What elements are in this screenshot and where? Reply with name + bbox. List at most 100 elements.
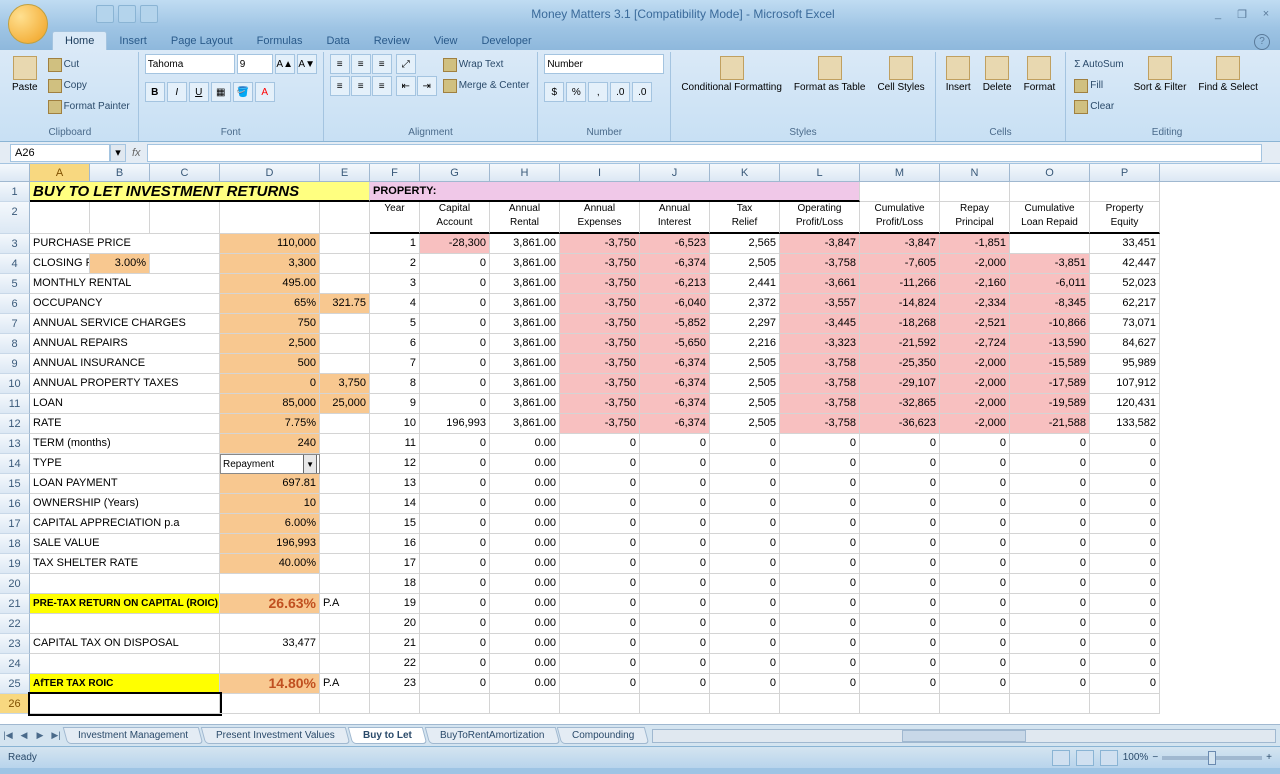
- cell[interactable]: 0: [220, 374, 320, 394]
- cell[interactable]: 10: [370, 414, 420, 434]
- column-header[interactable]: B: [90, 164, 150, 181]
- cell[interactable]: -3,758: [780, 414, 860, 434]
- cell[interactable]: [150, 254, 220, 274]
- cell[interactable]: 0: [940, 494, 1010, 514]
- cell[interactable]: 3: [370, 274, 420, 294]
- delete-cells-button[interactable]: Delete: [979, 54, 1016, 95]
- cell[interactable]: [860, 182, 940, 202]
- cell[interactable]: 0.00: [490, 614, 560, 634]
- column-header[interactable]: H: [490, 164, 560, 181]
- format-painter-button[interactable]: Format Painter: [46, 96, 132, 117]
- cell[interactable]: -29,107: [860, 374, 940, 394]
- cell[interactable]: 0: [860, 514, 940, 534]
- cell[interactable]: 5: [370, 314, 420, 334]
- cell[interactable]: TYPE: [30, 454, 220, 474]
- cell[interactable]: -3,750: [560, 394, 640, 414]
- align-top[interactable]: ≡: [330, 54, 350, 74]
- cell[interactable]: -3,758: [780, 254, 860, 274]
- cell[interactable]: 0: [710, 594, 780, 614]
- cell[interactable]: 0: [420, 274, 490, 294]
- cell[interactable]: Cumulative Profit/Loss: [860, 202, 940, 234]
- cell[interactable]: -14,824: [860, 294, 940, 314]
- currency-button[interactable]: $: [544, 82, 564, 102]
- cell[interactable]: SALE VALUE: [30, 534, 220, 554]
- cell[interactable]: -3,750: [560, 334, 640, 354]
- row-header[interactable]: 13: [0, 434, 30, 454]
- cell[interactable]: [940, 694, 1010, 714]
- cell[interactable]: 0: [780, 494, 860, 514]
- cell[interactable]: 0: [1090, 454, 1160, 474]
- cell[interactable]: 0: [560, 554, 640, 574]
- cell[interactable]: -6,374: [640, 354, 710, 374]
- cell[interactable]: TERM (months): [30, 434, 220, 454]
- cell[interactable]: [320, 534, 370, 554]
- cell[interactable]: 697.81: [220, 474, 320, 494]
- cell[interactable]: [320, 254, 370, 274]
- dec-decimal[interactable]: .0: [632, 82, 652, 102]
- grow-font-button[interactable]: A▲: [275, 54, 295, 74]
- cell[interactable]: Year: [370, 202, 420, 234]
- cell[interactable]: 0: [420, 614, 490, 634]
- cell[interactable]: [220, 202, 320, 234]
- cell[interactable]: 0: [420, 674, 490, 694]
- indent-dec[interactable]: ⇤: [396, 76, 416, 96]
- cell[interactable]: 0: [1090, 514, 1160, 534]
- zoom-out-button[interactable]: −: [1152, 752, 1158, 763]
- cell[interactable]: 3,861.00: [490, 354, 560, 374]
- cell[interactable]: 0: [420, 514, 490, 534]
- cell[interactable]: -3,750: [560, 354, 640, 374]
- cell[interactable]: [370, 694, 420, 714]
- cell[interactable]: 0.00: [490, 454, 560, 474]
- cell[interactable]: 0: [420, 294, 490, 314]
- cell[interactable]: 15: [370, 514, 420, 534]
- row-header[interactable]: 9: [0, 354, 30, 374]
- row-header[interactable]: 5: [0, 274, 30, 294]
- row-header[interactable]: 1: [0, 182, 30, 202]
- cell[interactable]: 0: [710, 654, 780, 674]
- cell[interactable]: 0: [1010, 654, 1090, 674]
- cell[interactable]: 0: [560, 534, 640, 554]
- cell[interactable]: -3,758: [780, 394, 860, 414]
- spreadsheet-grid[interactable]: ABCDEFGHIJKLMNOP 1BUY TO LET INVESTMENT …: [0, 164, 1280, 724]
- cell[interactable]: [320, 634, 370, 654]
- underline-button[interactable]: U: [189, 82, 209, 102]
- cell[interactable]: 0: [940, 474, 1010, 494]
- name-box[interactable]: A26: [10, 144, 110, 162]
- office-button[interactable]: [8, 4, 48, 44]
- cell[interactable]: 14.80%: [220, 674, 320, 694]
- column-header[interactable]: L: [780, 164, 860, 181]
- cell[interactable]: 65%: [220, 294, 320, 314]
- cell[interactable]: 0: [640, 454, 710, 474]
- cell[interactable]: [1090, 182, 1160, 202]
- cell[interactable]: -2,000: [940, 374, 1010, 394]
- row-header[interactable]: 23: [0, 634, 30, 654]
- cell[interactable]: 3,861.00: [490, 254, 560, 274]
- cell[interactable]: 0: [1090, 434, 1160, 454]
- cell[interactable]: 8: [370, 374, 420, 394]
- cell[interactable]: -7,605: [860, 254, 940, 274]
- cell[interactable]: -6,213: [640, 274, 710, 294]
- cell[interactable]: 0: [560, 594, 640, 614]
- type-dropdown[interactable]: Repayment: [220, 454, 320, 474]
- cell[interactable]: -3,847: [780, 234, 860, 254]
- view-normal[interactable]: [1052, 750, 1070, 766]
- cell[interactable]: -2,000: [940, 354, 1010, 374]
- align-bot[interactable]: ≡: [372, 54, 392, 74]
- cell[interactable]: 0: [1010, 614, 1090, 634]
- cell[interactable]: 0: [560, 674, 640, 694]
- cell[interactable]: [1010, 694, 1090, 714]
- cell[interactable]: 196,993: [220, 534, 320, 554]
- cell[interactable]: 0: [860, 594, 940, 614]
- cell[interactable]: 0: [860, 614, 940, 634]
- column-header[interactable]: C: [150, 164, 220, 181]
- cell-styles-button[interactable]: Cell Styles: [873, 54, 928, 95]
- cell[interactable]: Property Equity: [1090, 202, 1160, 234]
- cell[interactable]: 0: [940, 614, 1010, 634]
- format-cells-button[interactable]: Format: [1020, 54, 1060, 95]
- merge-center-button[interactable]: Merge & Center: [441, 75, 532, 96]
- cell[interactable]: -6,374: [640, 414, 710, 434]
- cell[interactable]: [780, 694, 860, 714]
- cell[interactable]: 110,000: [220, 234, 320, 254]
- sheet-tab[interactable]: BuyToRentAmortization: [424, 727, 559, 744]
- row-header[interactable]: 18: [0, 534, 30, 554]
